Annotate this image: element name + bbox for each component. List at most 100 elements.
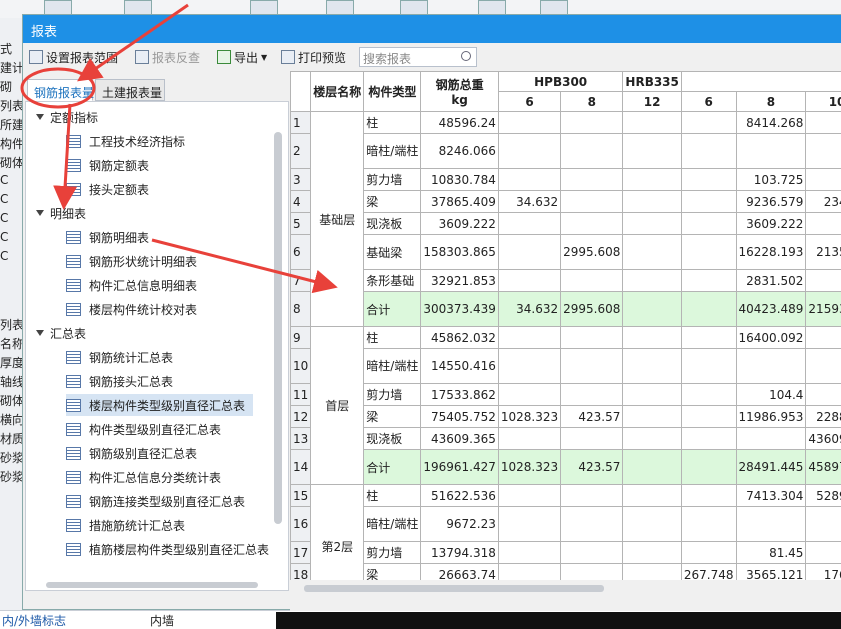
component-type-cell: 柱 <box>363 484 422 507</box>
export-button[interactable]: 导出 ▼ <box>217 48 267 66</box>
table-row[interactable]: 13 现浇板43609.365 43609.36 <box>290 427 841 450</box>
table-row[interactable]: 15第2层柱51622.5367413.3045289.44 <box>290 484 841 608</box>
set-report-range-button[interactable]: 设置报表范围 <box>29 48 118 66</box>
table-row[interactable]: 12 梁75405.7521028.323423.57 11986.9532288.… <box>290 405 841 428</box>
table-row[interactable]: 4 梁37865.40934.632 9236.579234.46 <box>290 190 841 213</box>
summary-row[interactable]: 14 合计 196961.427 1028.323 423.57 28491.445 458… <box>290 449 841 485</box>
table-row[interactable]: 10 暗柱/端柱 14550.416 <box>290 348 841 384</box>
diameter-value-cell <box>735 427 807 450</box>
tree-report-item[interactable]: 构件汇总信息明细表 <box>66 274 205 296</box>
diameter-value-cell <box>497 234 562 270</box>
row-number: 5 <box>290 212 312 235</box>
diameter-value-cell: 40423.489 <box>735 291 807 327</box>
tree-report-item[interactable]: 钢筋连接类型级别直径汇总表 <box>66 490 253 512</box>
table-row[interactable]: 7 条形基础 32921.853 2831.502 <box>290 269 841 292</box>
tree-report-item[interactable]: 楼层构件类型级别直径汇总表 <box>66 394 254 416</box>
diameter-value-cell <box>497 326 562 349</box>
report-icon <box>66 350 81 364</box>
table-row[interactable]: 16 暗柱/端柱 9672.23 <box>290 506 841 542</box>
search-icon[interactable] <box>461 51 471 61</box>
summary-row[interactable]: 8 合计 300373.439 34.632 2995.608 40423.489 2159… <box>290 291 841 327</box>
tree-horizontal-scrollbar[interactable] <box>46 582 258 588</box>
tree-report-item[interactable]: 钢筋形状统计明细表 <box>66 250 205 272</box>
tree-report-item[interactable]: 接头定额表 <box>66 178 157 200</box>
diameter-value-cell: 7413.304 <box>735 484 807 507</box>
report-icon <box>66 134 81 148</box>
diameter-value-cell <box>735 348 807 384</box>
tree-report-label: 构件汇总信息分类统计表 <box>89 470 222 485</box>
diameter-header: 8 <box>735 91 807 112</box>
diameter-value-cell: 2831.502 <box>735 269 807 292</box>
total-weight-cell: 300373.439 <box>420 291 499 327</box>
reverse-check-icon <box>135 50 149 64</box>
grid-horizontal-scrollbar[interactable] <box>304 585 604 592</box>
tab-rebar-report[interactable]: 钢筋报表量 <box>27 79 94 101</box>
tree-report-label: 钢筋统计汇总表 <box>89 350 174 365</box>
component-type-cell: 现浇板 <box>363 212 422 235</box>
diameter-value-cell: 21359.0 <box>805 234 841 270</box>
component-type-header: 构件类型 <box>363 71 422 112</box>
diameter-value-cell <box>680 484 737 507</box>
diameter-value-cell <box>560 133 624 169</box>
tree-report-item[interactable]: 工程技术经济指标 <box>66 130 193 152</box>
row-number: 17 <box>290 541 312 564</box>
component-type-cell: 暗柱/端柱 <box>363 133 422 169</box>
tree-report-item[interactable]: 钢筋定额表 <box>66 154 157 176</box>
property-value[interactable]: 内墙 <box>150 612 174 629</box>
tab-civil-report[interactable]: 土建报表量 <box>95 79 165 101</box>
tree-report-item[interactable]: 钢筋明细表 <box>66 226 157 248</box>
tree-group[interactable]: 明细表 <box>36 202 86 224</box>
tree-report-label: 接头定额表 <box>89 182 150 197</box>
table-row[interactable]: 6 基础梁158303.865 2995.608 16228.19321359.0 <box>290 234 841 270</box>
table-row[interactable]: 5 现浇板 3609.222 3609.222 <box>290 212 841 235</box>
table-row[interactable]: 2 暗柱/端柱 8246.066 <box>290 133 841 169</box>
tree-report-item[interactable]: 构件类型级别直径汇总表 <box>66 418 229 440</box>
grade-hpb300-header: HPB300 <box>497 71 624 92</box>
expand-caret-icon[interactable] <box>36 330 44 336</box>
tree-report-item[interactable]: 措施筋统计汇总表 <box>66 514 193 536</box>
print-preview-button[interactable]: 打印预览 <box>281 48 346 66</box>
chevron-down-icon: ▼ <box>261 52 268 62</box>
tree-report-item[interactable]: 钢筋级别直径汇总表 <box>66 442 205 464</box>
background-label: 砌 <box>0 80 13 94</box>
component-type-cell: 柱 <box>363 111 422 134</box>
report-table: 楼层名称构件类型钢筋总重kgHPB300HRB33568126810 1基础层柱… <box>290 71 841 608</box>
tree-report-item[interactable]: 楼层构件统计校对表 <box>66 298 205 320</box>
table-row[interactable]: 3 剪力墙 10830.784 103.725 <box>290 168 841 191</box>
diameter-value-cell <box>680 449 737 485</box>
tree-report-item[interactable]: 构件汇总信息分类统计表 <box>66 466 229 488</box>
expand-caret-icon[interactable] <box>36 210 44 216</box>
tree-group[interactable]: 汇总表 <box>36 322 86 344</box>
set-report-range-label: 设置报表范围 <box>46 50 119 65</box>
diameter-value-cell: 2288.61 <box>805 405 841 428</box>
diameter-value-cell <box>805 383 841 406</box>
diameter-value-cell: 28491.445 <box>735 449 807 485</box>
component-type-cell: 条形基础 <box>363 269 422 292</box>
table-row[interactable]: 1 基础层柱 48596.24 8414.268 <box>290 111 841 327</box>
tree-group[interactable]: 定额指标 <box>36 106 98 128</box>
total-weight-cell: 37865.409 <box>420 190 499 213</box>
table-row[interactable]: 11 剪力墙 17533.862 104.4 <box>290 383 841 406</box>
search-report-input[interactable]: 搜索报表 <box>359 47 477 67</box>
total-weight-cell: 48596.24 <box>420 111 499 134</box>
row-number: 7 <box>290 269 312 292</box>
table-row[interactable]: 17 剪力墙 13794.318 81.45 <box>290 541 841 564</box>
tree-report-item[interactable]: 植筋楼层构件类型级别直径汇总表 <box>66 538 277 560</box>
reverse-check-button[interactable]: 报表反查 <box>135 48 200 66</box>
row-number: 1 <box>290 111 312 134</box>
diameter-value-cell <box>497 111 562 134</box>
diameter-value-cell: 423.57 <box>560 405 624 428</box>
diameter-value-cell <box>560 484 624 507</box>
table-row[interactable]: 9 首层柱 45862.032 16400.092 <box>290 326 841 485</box>
diameter-value-cell <box>560 427 624 450</box>
diameter-value-cell <box>560 111 624 134</box>
diameter-value-cell <box>622 168 682 191</box>
diameter-value-cell: 3609.222 <box>735 212 807 235</box>
component-type-cell: 暗柱/端柱 <box>363 506 422 542</box>
row-number: 9 <box>290 326 312 349</box>
tree-vertical-scrollbar[interactable] <box>274 132 282 524</box>
expand-caret-icon[interactable] <box>36 114 44 120</box>
tree-report-item[interactable]: 钢筋统计汇总表 <box>66 346 181 368</box>
diameter-header: 8 <box>560 91 624 112</box>
tree-report-item[interactable]: 钢筋接头汇总表 <box>66 370 181 392</box>
